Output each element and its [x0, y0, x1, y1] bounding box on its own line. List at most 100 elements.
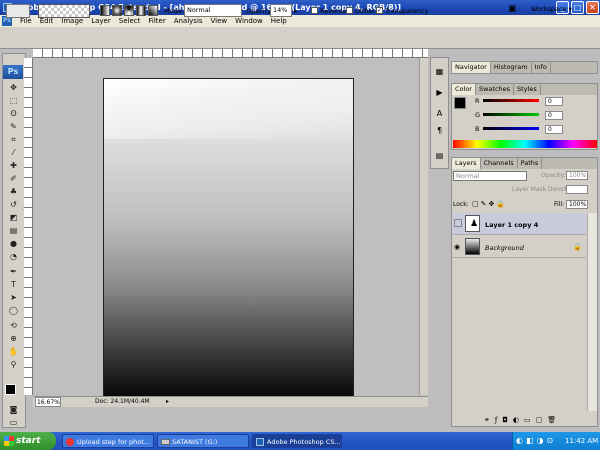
- character-panel-icon[interactable]: A: [434, 108, 445, 119]
- clone-stamp-tool-icon[interactable]: ♣: [8, 186, 19, 197]
- reflected-gradient-button[interactable]: [136, 5, 146, 16]
- zoom-level[interactable]: 16.67%: [35, 397, 61, 407]
- task-label: SATANIST (G:): [172, 438, 218, 446]
- 3d-rotate-tool-icon[interactable]: ⟲: [8, 320, 19, 331]
- tab-channels[interactable]: Channels: [481, 158, 518, 169]
- marquee-tool-icon[interactable]: ⬚: [8, 95, 19, 106]
- tab-paths[interactable]: Paths: [518, 158, 543, 169]
- green-slider[interactable]: [483, 113, 539, 116]
- blue-slider[interactable]: [483, 127, 539, 130]
- lock-label: Lock:: [453, 201, 469, 208]
- color-fg-swatch[interactable]: [454, 97, 466, 109]
- menu-layer[interactable]: Layer: [87, 15, 115, 27]
- layer-name[interactable]: Layer 1 copy 4: [485, 221, 538, 229]
- tab-swatches[interactable]: Swatches: [476, 84, 515, 95]
- options-bar: [0, 27, 600, 49]
- hand-tool-icon[interactable]: ✋: [8, 346, 19, 357]
- eraser-tool-icon[interactable]: ◩: [8, 212, 19, 223]
- task-satanist-drive[interactable]: SATANIST (G:): [157, 434, 249, 448]
- pen-tool-icon[interactable]: ✒: [8, 266, 19, 277]
- dodge-tool-icon[interactable]: ◔: [8, 251, 19, 262]
- gradient-picker[interactable]: [38, 4, 90, 18]
- workspace-switcher-icon[interactable]: ▣: [508, 4, 517, 14]
- color-spectrum[interactable]: [453, 140, 597, 148]
- angle-gradient-button[interactable]: [124, 5, 134, 16]
- move-tool-icon[interactable]: ✥: [8, 82, 19, 93]
- red-value-input[interactable]: 0: [545, 97, 563, 106]
- visibility-toggle[interactable]: [454, 219, 462, 227]
- lock-icon: 🔒: [573, 243, 582, 251]
- history-brush-tool-icon[interactable]: ↺: [8, 199, 19, 210]
- type-tool-icon[interactable]: T: [8, 279, 19, 290]
- document-canvas[interactable]: [103, 78, 354, 400]
- radial-gradient-button[interactable]: [112, 5, 122, 16]
- path-select-tool-icon[interactable]: ➤: [8, 292, 19, 303]
- eye-icon[interactable]: ◉: [454, 243, 460, 251]
- tab-layers[interactable]: Layers: [452, 158, 481, 169]
- blur-tool-icon[interactable]: ●: [8, 238, 19, 249]
- opacity-input[interactable]: 14%: [270, 4, 292, 17]
- quick-select-tool-icon[interactable]: ✎: [8, 121, 19, 132]
- crop-tool-icon[interactable]: ⌗: [8, 134, 19, 145]
- reverse-checkbox[interactable]: [311, 7, 318, 14]
- blend-mode-select[interactable]: Normal: [453, 171, 527, 181]
- layer-name[interactable]: Background: [485, 244, 524, 252]
- tab-info[interactable]: Info: [532, 62, 551, 73]
- green-value-input[interactable]: 0: [545, 111, 563, 120]
- task-upload-step[interactable]: Upload step for phot...: [62, 434, 154, 448]
- screen-mode-icon[interactable]: ▭: [8, 417, 19, 428]
- linear-gradient-button[interactable]: [100, 5, 110, 16]
- brush-tool-icon[interactable]: ✐: [8, 173, 19, 184]
- layers-footer-icons[interactable]: ⚭ƒ◘◐▭▢🗑: [484, 416, 561, 424]
- shape-tool-icon[interactable]: ◯: [8, 305, 19, 316]
- status-arrow-icon[interactable]: ▸: [166, 397, 169, 407]
- red-label: R: [475, 97, 480, 105]
- tab-histogram[interactable]: Histogram: [491, 62, 532, 73]
- red-slider[interactable]: [483, 99, 539, 102]
- layer-row[interactable]: ♟ Layer 1 copy 4: [452, 213, 586, 235]
- layers-scrollbar[interactable]: [587, 213, 597, 411]
- vertical-scrollbar[interactable]: [419, 58, 428, 395]
- tab-styles[interactable]: Styles: [514, 84, 541, 95]
- lock-icons[interactable]: ▢✎✥🔒: [472, 200, 507, 208]
- healing-brush-tool-icon[interactable]: ✚: [8, 160, 19, 171]
- layer-row[interactable]: ◉ Background 🔒: [452, 236, 586, 258]
- menu-select[interactable]: Select: [115, 15, 145, 27]
- foreground-color-swatch[interactable]: [5, 384, 16, 395]
- lasso-tool-icon[interactable]: ʘ: [8, 108, 19, 119]
- history-panel-icon[interactable]: ▦: [434, 66, 445, 77]
- zoom-tool-icon[interactable]: ⚲: [8, 359, 19, 370]
- fill-input[interactable]: 100%: [566, 200, 588, 209]
- layer-thumbnail: ♟: [465, 215, 480, 232]
- menu-filter[interactable]: Filter: [144, 15, 169, 27]
- task-photoshop[interactable]: Adobe Photoshop CS...: [252, 434, 342, 448]
- layer-opacity-input[interactable]: 100%: [566, 171, 588, 180]
- tray-icons[interactable]: ◐◧◑⊙: [516, 436, 556, 445]
- layer-opacity-label: Opacity:: [541, 172, 566, 179]
- mode-value: Normal: [187, 6, 211, 14]
- quick-mask-icon[interactable]: ◙: [8, 404, 19, 415]
- navigator-panel: Navigator Histogram Info: [451, 61, 598, 74]
- dither-checkbox[interactable]: [346, 7, 353, 14]
- opacity-arrow-icon[interactable]: ▸: [294, 7, 297, 15]
- red-value: 0: [548, 98, 552, 105]
- gradient-tool-icon[interactable]: ▤: [8, 225, 19, 236]
- horizontal-ruler: [33, 49, 428, 58]
- eyedropper-tool-icon[interactable]: ⁄: [8, 147, 19, 158]
- mask-density-input[interactable]: [566, 185, 588, 194]
- 3d-orbit-tool-icon[interactable]: ⊕: [8, 333, 19, 344]
- mode-select[interactable]: Normal: [184, 4, 242, 17]
- diamond-gradient-button[interactable]: [148, 5, 158, 16]
- paragraph-panel-icon[interactable]: ¶: [434, 125, 445, 136]
- clone-source-panel-icon[interactable]: ▤: [434, 150, 445, 161]
- workspace-button[interactable]: Workspace ▾: [531, 5, 572, 13]
- maximize-button[interactable]: □: [571, 1, 584, 14]
- clock: 11:42 AM: [565, 437, 599, 445]
- close-button[interactable]: ✕: [586, 1, 599, 14]
- tab-navigator[interactable]: Navigator: [452, 62, 491, 73]
- blue-value-input[interactable]: 0: [545, 125, 563, 134]
- tool-preset-picker[interactable]: [6, 4, 30, 18]
- transparency-checkbox[interactable]: ✓: [376, 7, 383, 14]
- tab-color[interactable]: Color: [452, 84, 476, 95]
- actions-panel-icon[interactable]: ▶: [434, 87, 445, 98]
